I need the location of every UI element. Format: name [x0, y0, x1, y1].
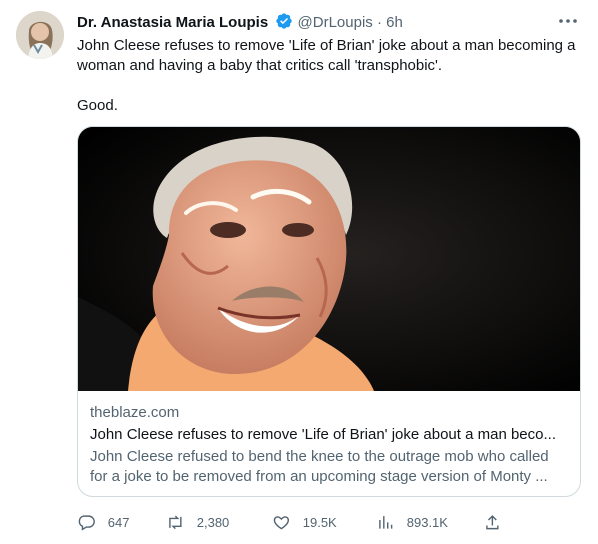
card-title[interactable]: John Cleese refuses to remove 'Life of B…: [90, 425, 565, 445]
tweet[interactable]: Dr. Anastasia Maria Loupis @DrLoupis · 6…: [0, 0, 598, 544]
like-button[interactable]: 19.5K: [272, 512, 337, 532]
author-handle[interactable]: @DrLoupis: [298, 14, 373, 31]
like-count: 19.5K: [302, 514, 337, 530]
card-meta: theblaze.com John Cleese refuses to remo…: [90, 403, 565, 487]
tweet-header: Dr. Anastasia Maria Loupis @DrLoupis · 6…: [77, 12, 582, 32]
view-count: 893.1K: [406, 514, 448, 530]
tweet-text: John Cleese refuses to remove 'Life of B…: [77, 37, 576, 114]
link-card[interactable]: theblaze.com John Cleese refuses to remo…: [77, 126, 581, 497]
share-button[interactable]: [483, 512, 502, 532]
separator-dot: ·: [376, 14, 382, 31]
card-image-photo[interactable]: [78, 127, 580, 391]
verified-badge-icon: [275, 12, 293, 34]
reply-icon: [78, 515, 95, 531]
views-icon: [379, 515, 393, 529]
retweet-count: 2,380: [196, 514, 230, 530]
more-icon[interactable]: [556, 9, 580, 33]
tweet-actions: 647 2,380 19.5K 893.1K: [77, 512, 507, 534]
author-name[interactable]: Dr. Anastasia Maria Loupis: [77, 14, 268, 31]
like-icon: [273, 515, 290, 530]
retweet-icon: [169, 515, 182, 529]
card-description: John Cleese refused to bend the knee to …: [90, 448, 549, 485]
card-domain[interactable]: theblaze.com: [90, 403, 565, 423]
timestamp[interactable]: 6h: [386, 14, 403, 31]
views-button[interactable]: 893.1K: [376, 512, 448, 532]
retweet-button[interactable]: 2,380: [166, 512, 229, 532]
reply-count: 647: [107, 514, 130, 530]
reply-button[interactable]: 647: [77, 512, 129, 532]
avatar[interactable]: [16, 11, 64, 59]
share-icon: [486, 514, 499, 529]
